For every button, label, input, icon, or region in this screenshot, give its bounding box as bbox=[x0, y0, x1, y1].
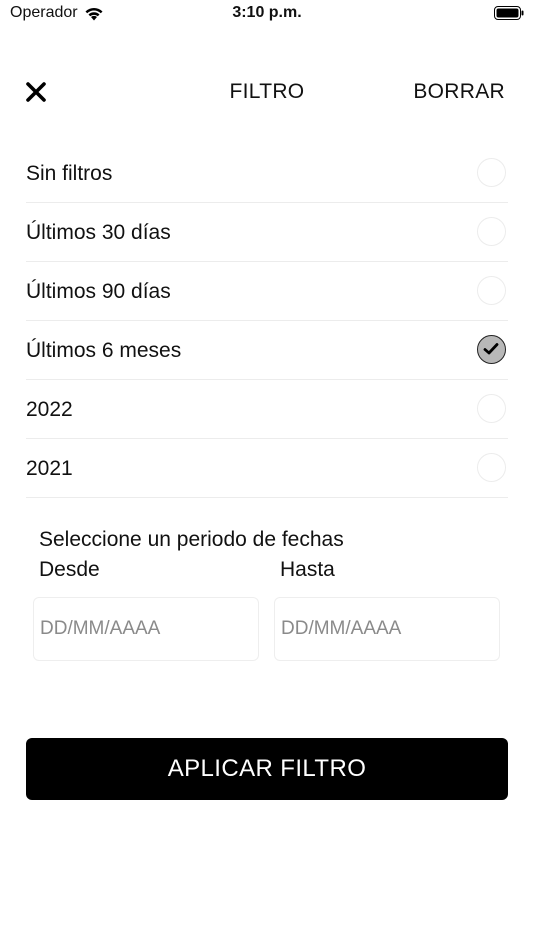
radio-button[interactable] bbox=[477, 394, 506, 423]
radio-button[interactable] bbox=[477, 158, 506, 187]
option-last-6-months[interactable]: Últimos 6 meses bbox=[26, 321, 508, 380]
option-2022[interactable]: 2022 bbox=[26, 380, 508, 439]
clear-button[interactable]: BORRAR bbox=[413, 80, 505, 104]
checkmark-icon bbox=[483, 343, 499, 355]
from-date-input[interactable] bbox=[33, 597, 259, 661]
status-time: 3:10 p.m. bbox=[232, 4, 302, 21]
option-2021[interactable]: 2021 bbox=[26, 439, 508, 498]
apply-filter-button[interactable]: APLICAR FILTRO bbox=[26, 738, 508, 800]
option-last-30-days[interactable]: Últimos 30 días bbox=[26, 203, 508, 262]
apply-filter-label: APLICAR FILTRO bbox=[167, 755, 367, 782]
option-label: Últimos 90 días bbox=[26, 280, 171, 303]
to-label: Hasta bbox=[280, 558, 335, 581]
option-label: Sin filtros bbox=[26, 162, 113, 185]
option-last-90-days[interactable]: Últimos 90 días bbox=[26, 262, 508, 321]
option-label: 2022 bbox=[26, 398, 73, 421]
from-label: Desde bbox=[39, 558, 100, 581]
option-label: Últimos 6 meses bbox=[26, 339, 182, 362]
date-range-title: Seleccione un periodo de fechas bbox=[39, 528, 344, 551]
option-label: 2021 bbox=[26, 457, 73, 480]
option-label: Últimos 30 días bbox=[26, 221, 171, 244]
radio-button[interactable] bbox=[477, 276, 506, 305]
status-bar: Operador 3:10 p.m. bbox=[0, 0, 534, 30]
to-date-input[interactable] bbox=[274, 597, 500, 661]
radio-button-selected[interactable] bbox=[477, 335, 506, 364]
option-no-filter[interactable]: Sin filtros bbox=[26, 144, 508, 203]
battery-icon bbox=[494, 6, 524, 20]
radio-button[interactable] bbox=[477, 217, 506, 246]
radio-button[interactable] bbox=[477, 453, 506, 482]
filter-options-list: Sin filtros Últimos 30 días Últimos 90 d… bbox=[26, 144, 508, 498]
nav-bar: FILTRO BORRAR bbox=[0, 70, 534, 114]
